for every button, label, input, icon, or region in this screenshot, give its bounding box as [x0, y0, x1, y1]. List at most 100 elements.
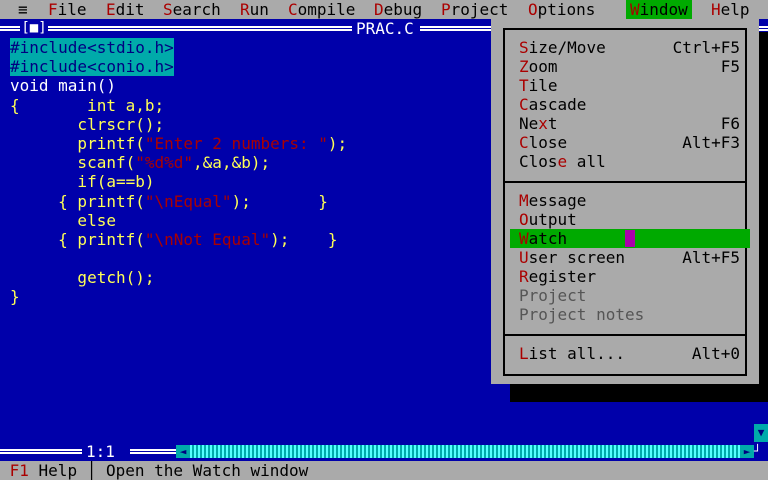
frame-line: [0, 449, 82, 454]
menu-project[interactable]: Project: [441, 0, 508, 19]
menu-item-register[interactable]: Register: [510, 267, 750, 286]
string-literal: "\nNot Equal": [144, 229, 271, 249]
menu-item-hotkey: R: [519, 267, 529, 286]
string-literal: "%d%d": [135, 153, 194, 173]
menu-item-size-move[interactable]: Size/Move Ctrl+F5: [510, 38, 750, 57]
menu-item-hotkey: C: [519, 133, 529, 152]
menu-compile-hotkey: C: [288, 0, 298, 19]
menu-item-text: utput: [528, 210, 577, 229]
code-text: { printf(: [10, 229, 145, 249]
menu-item-close-all[interactable]: Close all: [510, 152, 750, 171]
code-text: getch();: [10, 268, 155, 288]
system-menu-icon[interactable]: ≡: [18, 0, 28, 19]
menu-item-shortcut: F5: [720, 57, 740, 76]
menu-item-watch[interactable]: Watch: [510, 229, 750, 248]
resize-corner-icon[interactable]: ┘: [754, 442, 768, 461]
menu-project-hotkey: P: [441, 0, 451, 19]
frame-line: [0, 26, 20, 31]
menu-search-label: earch: [172, 0, 221, 19]
menu-options[interactable]: Options: [528, 0, 595, 19]
menu-item-shortcut: Ctrl+F5: [672, 38, 740, 57]
menu-edit[interactable]: Edit: [106, 0, 145, 19]
menu-bar: ≡ File Edit Search Run Compile Debug Pro…: [0, 0, 768, 19]
menu-item-next[interactable]: Next F6: [510, 114, 750, 133]
code-text: ); }: [231, 191, 328, 211]
menu-options-label: ptions: [537, 0, 596, 19]
preprocessor-directive: #include<stdio.h>: [10, 38, 174, 57]
menu-item-hotkey: W: [519, 229, 529, 248]
preprocessor-directive: #include<conio.h>: [10, 57, 174, 77]
code-text: scanf(: [10, 153, 136, 173]
menu-run-label: un: [249, 0, 269, 19]
menu-window[interactable]: Window: [626, 0, 692, 19]
menu-item-text: lose: [528, 133, 568, 152]
menu-file-label: ile: [57, 0, 87, 19]
menu-item-text: atch: [528, 229, 568, 248]
menu-search[interactable]: Search: [163, 0, 221, 19]
menu-item-hotkey: O: [519, 210, 529, 229]
menu-item-text: Clos: [519, 152, 558, 171]
menu-item-text: essage: [528, 191, 587, 210]
menu-item-shortcut: Alt+F3: [682, 133, 740, 152]
menu-item-hotkey: T: [519, 76, 529, 95]
menu-item-cascade[interactable]: Cascade: [510, 95, 750, 114]
menu-item-user-screen[interactable]: User screen Alt+F5: [510, 248, 750, 267]
menu-item-text: all: [567, 152, 606, 171]
menu-item-output[interactable]: Output: [510, 210, 750, 229]
menu-item-message[interactable]: Message: [510, 191, 750, 210]
menu-item-text: ize/Move: [528, 38, 606, 57]
window-menu-dropdown: Size/Move Ctrl+F5 Zoom F5 Tile Cascade Nex…: [491, 19, 759, 384]
menu-item-text: Project notes: [519, 305, 645, 324]
menu-separator: [503, 334, 747, 336]
code-text: void main(): [10, 76, 116, 96]
menu-run[interactable]: Run: [240, 0, 269, 19]
menu-item-text: ile: [528, 76, 558, 95]
frame-line: [130, 449, 176, 454]
menu-window-hotkey: W: [630, 0, 640, 19]
menu-project-label: roject: [450, 0, 509, 19]
window-title: PRAC.C: [352, 19, 418, 38]
menu-item-text: Project: [519, 286, 587, 305]
code-text: int a,b;: [19, 95, 165, 115]
status-bar: F1 Help │ Open the Watch window: [0, 461, 768, 480]
menu-item-text: oom: [528, 57, 558, 76]
menu-item-hotkey: M: [519, 191, 529, 210]
menu-item-hotkey: x: [538, 114, 548, 133]
scroll-left-arrow-icon[interactable]: ◄: [176, 445, 190, 458]
menu-item-text: ist all...: [528, 344, 625, 363]
menu-help-label: elp: [720, 0, 750, 19]
horizontal-scrollbar[interactable]: [176, 445, 752, 458]
menu-item-hotkey: Z: [519, 57, 529, 76]
menu-compile-label: ompile: [297, 0, 356, 19]
menu-item-text: ser screen: [528, 248, 625, 267]
menu-file[interactable]: File: [48, 0, 87, 19]
help-key[interactable]: F1: [10, 461, 29, 480]
code-text: else: [10, 210, 116, 230]
close-window-button[interactable]: [■]: [20, 20, 48, 36]
menu-compile[interactable]: Compile: [288, 0, 355, 19]
menu-file-hotkey: F: [48, 0, 58, 19]
menu-item-text: Ne: [519, 114, 539, 133]
menu-item-project-disabled: Project: [510, 286, 750, 305]
code-text: );: [327, 133, 348, 153]
frame-line: [48, 26, 352, 31]
help-key-label[interactable]: Help: [29, 461, 78, 480]
menu-item-list-all[interactable]: List all... Alt+0: [510, 344, 750, 363]
scroll-down-arrow-icon[interactable]: ▼: [754, 424, 768, 442]
menu-item-text: ascade: [528, 95, 587, 114]
menu-item-close[interactable]: Close Alt+F3: [510, 133, 750, 152]
menu-item-tile[interactable]: Tile: [510, 76, 750, 95]
string-literal: "Enter 2 numbers: ": [144, 133, 328, 153]
menu-item-zoom[interactable]: Zoom F5: [510, 57, 750, 76]
scroll-right-arrow-icon[interactable]: ►: [740, 445, 754, 458]
code-text: }: [10, 287, 20, 307]
code-text: clrscr();: [10, 114, 165, 134]
menu-item-hotkey: U: [519, 248, 529, 267]
menu-debug-label: ebug: [383, 0, 423, 19]
string-literal: "\nEqual": [144, 191, 232, 211]
menu-help-hotkey: H: [711, 0, 721, 19]
menu-window-label: indow: [639, 0, 688, 19]
menu-help[interactable]: Help: [711, 0, 750, 19]
menu-debug[interactable]: Debug: [374, 0, 422, 19]
mouse-cursor: [625, 230, 635, 247]
